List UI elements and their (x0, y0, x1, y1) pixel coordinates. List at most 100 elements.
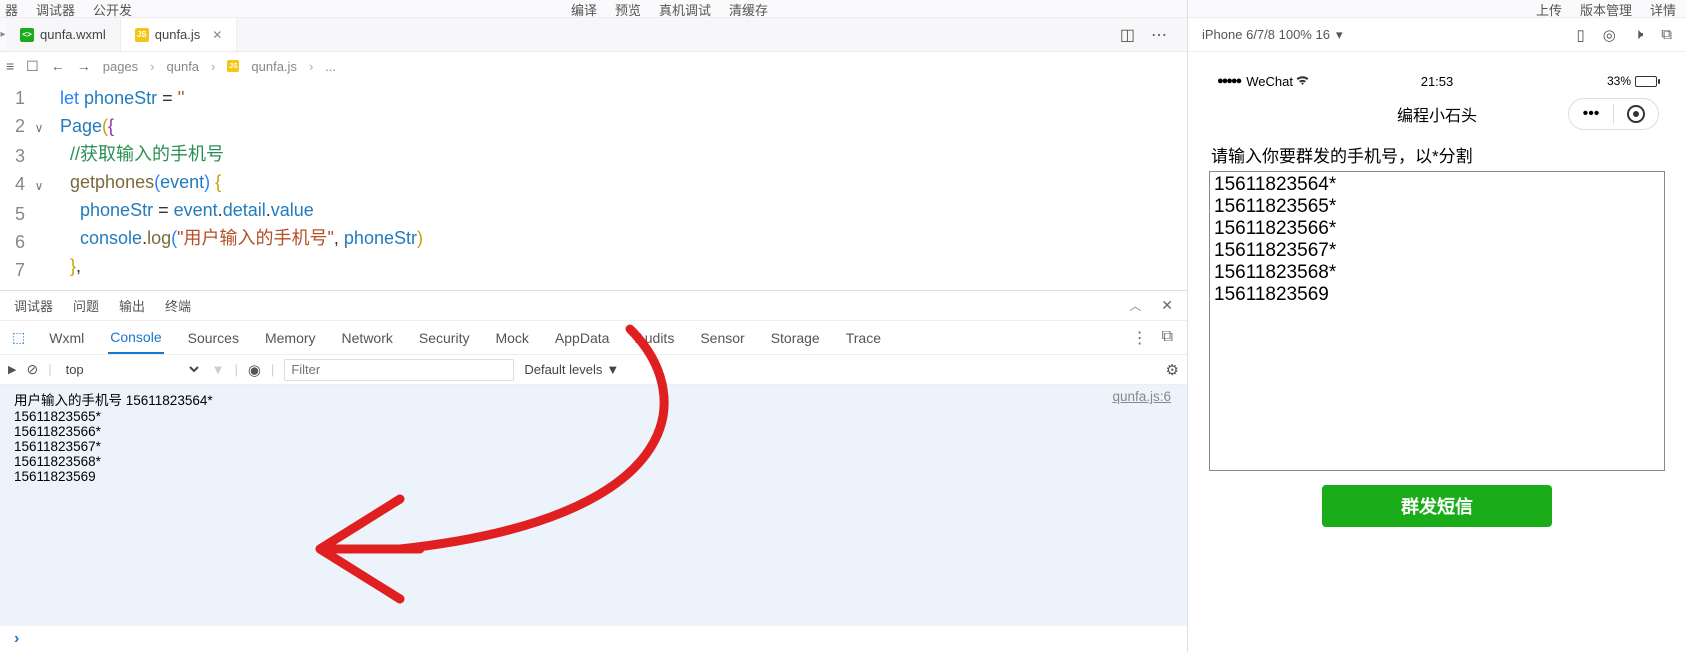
live-expression-icon[interactable]: ◉ (248, 361, 261, 379)
clear-console-icon[interactable]: ⊘ (26, 361, 38, 378)
gear-icon[interactable]: ⚙ (1166, 361, 1179, 379)
file-tab-row: ▸ <> qunfa.wxml JS qunfa.js ✕ ◫ ⋯ (0, 18, 1187, 52)
status-time: 21:53 (1421, 74, 1454, 89)
phone-textarea[interactable]: 15611823564* 15611823565* 15611823566* 1… (1209, 171, 1665, 471)
forward-icon[interactable]: → (77, 58, 91, 74)
topbar-item[interactable]: 清缓存 (729, 0, 768, 19)
topbar-item[interactable]: 调试器 (36, 0, 75, 19)
breadcrumb-part[interactable]: pages (103, 59, 138, 74)
battery-icon (1635, 76, 1657, 87)
page-body: 请输入你要群发的手机号，以*分割 15611823564* 1561182356… (1207, 136, 1667, 652)
devtools-tab-wxml[interactable]: Wxml (47, 323, 86, 353)
debug-tab[interactable]: 终端 (165, 296, 191, 315)
debug-tab[interactable]: 调试器 (14, 296, 53, 315)
devtools-tab-network[interactable]: Network (340, 323, 395, 353)
ide-topbar: 器 调试器 公开发 编译 预览 真机调试 清缓存 (0, 0, 1187, 18)
debug-tab[interactable]: 输出 (119, 296, 145, 315)
page-title: 编程小石头 (1397, 102, 1477, 126)
log-prefix: 用户输入的手机号 (14, 393, 122, 408)
phone-preview: ●●●●● WeChat 21:53 33% 编程小石头 ••• (1207, 70, 1667, 652)
file-tab-wxml[interactable]: <> qunfa.wxml (6, 18, 121, 51)
log-levels-select[interactable]: Default levels ▼ (524, 362, 619, 377)
mute-icon[interactable]: 🕨 (1634, 26, 1643, 44)
simulator-toolbar: iPhone 6/7/8 100% 16 ▾ ▯ ◎ 🕨 ⧉ (1188, 18, 1686, 52)
js-file-icon: JS (227, 60, 239, 72)
close-icon[interactable]: ✕ (212, 28, 222, 42)
topbar-item[interactable]: 详情 (1650, 0, 1676, 19)
devtools-tab-security[interactable]: Security (417, 323, 472, 353)
device-frame-icon[interactable]: ▯ (1576, 26, 1584, 44)
simulator-stage: ●●●●● WeChat 21:53 33% 编程小石头 ••• (1188, 52, 1686, 652)
wxml-file-icon: <> (20, 28, 34, 42)
popout-icon[interactable]: ⧉ (1661, 26, 1672, 44)
battery-percent: 33% (1607, 74, 1631, 88)
debug-panel-tabs: 调试器 问题 输出 终端 ︿ ✕ (0, 291, 1187, 321)
debug-tab[interactable]: 问题 (73, 296, 99, 315)
debug-panel: 调试器 问题 输出 终端 ︿ ✕ ⬚ Wxml Console Sources … (0, 290, 1187, 652)
carrier-label: WeChat (1246, 74, 1293, 89)
more-icon[interactable]: ⋯ (1151, 25, 1167, 45)
console-output[interactable]: 用户输入的手机号 15611823564* 15611823565* 15611… (0, 385, 1187, 626)
ide-topbar-right: 上传 版本管理 详情 (1188, 0, 1686, 18)
list-icon[interactable]: ≡ (6, 58, 14, 74)
code-lines[interactable]: let phoneStr = ''Page({ //获取输入的手机号 getph… (60, 84, 1187, 290)
breadcrumb-part[interactable]: qunfa.js (251, 59, 297, 74)
capsule-more-icon[interactable]: ••• (1569, 98, 1613, 130)
devtools-tab-trace[interactable]: Trace (844, 323, 883, 353)
chevron-right-icon: › (150, 59, 154, 74)
chevron-right-icon: › (309, 59, 313, 74)
devtools-tab-console[interactable]: Console (108, 322, 163, 354)
chevron-down-icon: ▾ (1336, 27, 1343, 43)
split-editor-icon[interactable]: ◫ (1120, 25, 1135, 45)
send-button[interactable]: 群发短信 (1322, 485, 1552, 527)
play-icon[interactable]: ▶ (8, 363, 16, 376)
devtools-tab-memory[interactable]: Memory (263, 323, 318, 353)
capsule-close-icon[interactable] (1614, 98, 1658, 130)
devtools-tab-storage[interactable]: Storage (769, 323, 822, 353)
devtools-tab-mock[interactable]: Mock (493, 323, 530, 353)
more-icon[interactable]: ⋮ (1132, 328, 1148, 348)
bookmark-icon[interactable]: ☐ (26, 58, 39, 75)
context-select[interactable]: top (62, 361, 202, 378)
topbar-item[interactable]: 器 (5, 0, 18, 19)
topbar-item[interactable]: 真机调试 (659, 0, 711, 19)
device-select[interactable]: iPhone 6/7/8 100% 16 ▾ (1202, 27, 1342, 43)
nav-bar: 编程小石头 ••• (1207, 92, 1667, 136)
signal-icon: ●●●●● (1217, 75, 1240, 87)
devtools-tab-appdata[interactable]: AppData (553, 323, 611, 353)
close-icon[interactable]: ✕ (1161, 297, 1173, 314)
chevron-right-icon: › (211, 59, 215, 74)
chevron-down-icon: ▼ (606, 362, 619, 377)
devtools-tab-audits[interactable]: Audits (633, 323, 676, 353)
inspect-element-icon[interactable]: ⬚ (12, 329, 25, 346)
devtools-tab-sources[interactable]: Sources (186, 323, 241, 353)
status-bar: ●●●●● WeChat 21:53 33% (1207, 70, 1667, 92)
filter-input[interactable] (284, 359, 514, 381)
record-icon[interactable]: ◎ (1603, 26, 1616, 44)
topbar-item[interactable]: 预览 (615, 0, 641, 19)
breadcrumb: ≡ ☐ ← → pages › qunfa › JS qunfa.js › ..… (0, 52, 1187, 80)
topbar-item[interactable]: 公开发 (93, 0, 132, 19)
back-icon[interactable]: ← (51, 58, 65, 74)
console-toolbar: ▶ ⊘ | top ▼ | ◉ | Default levels ▼ ⚙ (0, 355, 1187, 385)
chevron-up-icon[interactable]: ︿ (1129, 297, 1141, 314)
wifi-icon (1295, 74, 1310, 89)
capsule-menu: ••• (1568, 98, 1659, 130)
breadcrumb-part[interactable]: qunfa (167, 59, 200, 74)
breadcrumb-part: ... (325, 59, 336, 74)
file-tab-js[interactable]: JS qunfa.js ✕ (121, 18, 238, 51)
input-label: 请输入你要群发的手机号，以*分割 (1209, 136, 1665, 171)
file-tab-label: qunfa.wxml (40, 27, 106, 42)
js-file-icon: JS (135, 28, 149, 42)
line-gutter: 1 2 ∨3 4 ∨5 6 7 (0, 84, 60, 290)
topbar-item[interactable]: 上传 (1536, 0, 1562, 19)
file-tab-label: qunfa.js (155, 27, 201, 42)
code-editor[interactable]: 1 2 ∨3 4 ∨5 6 7 let phoneStr = ''Page({ … (0, 80, 1187, 290)
devtools-tab-sensor[interactable]: Sensor (698, 323, 746, 353)
devtools-tabs: ⬚ Wxml Console Sources Memory Network Se… (0, 321, 1187, 355)
log-source-link[interactable]: qunfa.js:6 (1112, 389, 1171, 484)
topbar-item[interactable]: 编译 (571, 0, 597, 19)
dock-icon[interactable]: ⧉ (1162, 328, 1173, 348)
topbar-item[interactable]: 版本管理 (1580, 0, 1632, 19)
console-prompt[interactable]: › (0, 626, 1187, 652)
